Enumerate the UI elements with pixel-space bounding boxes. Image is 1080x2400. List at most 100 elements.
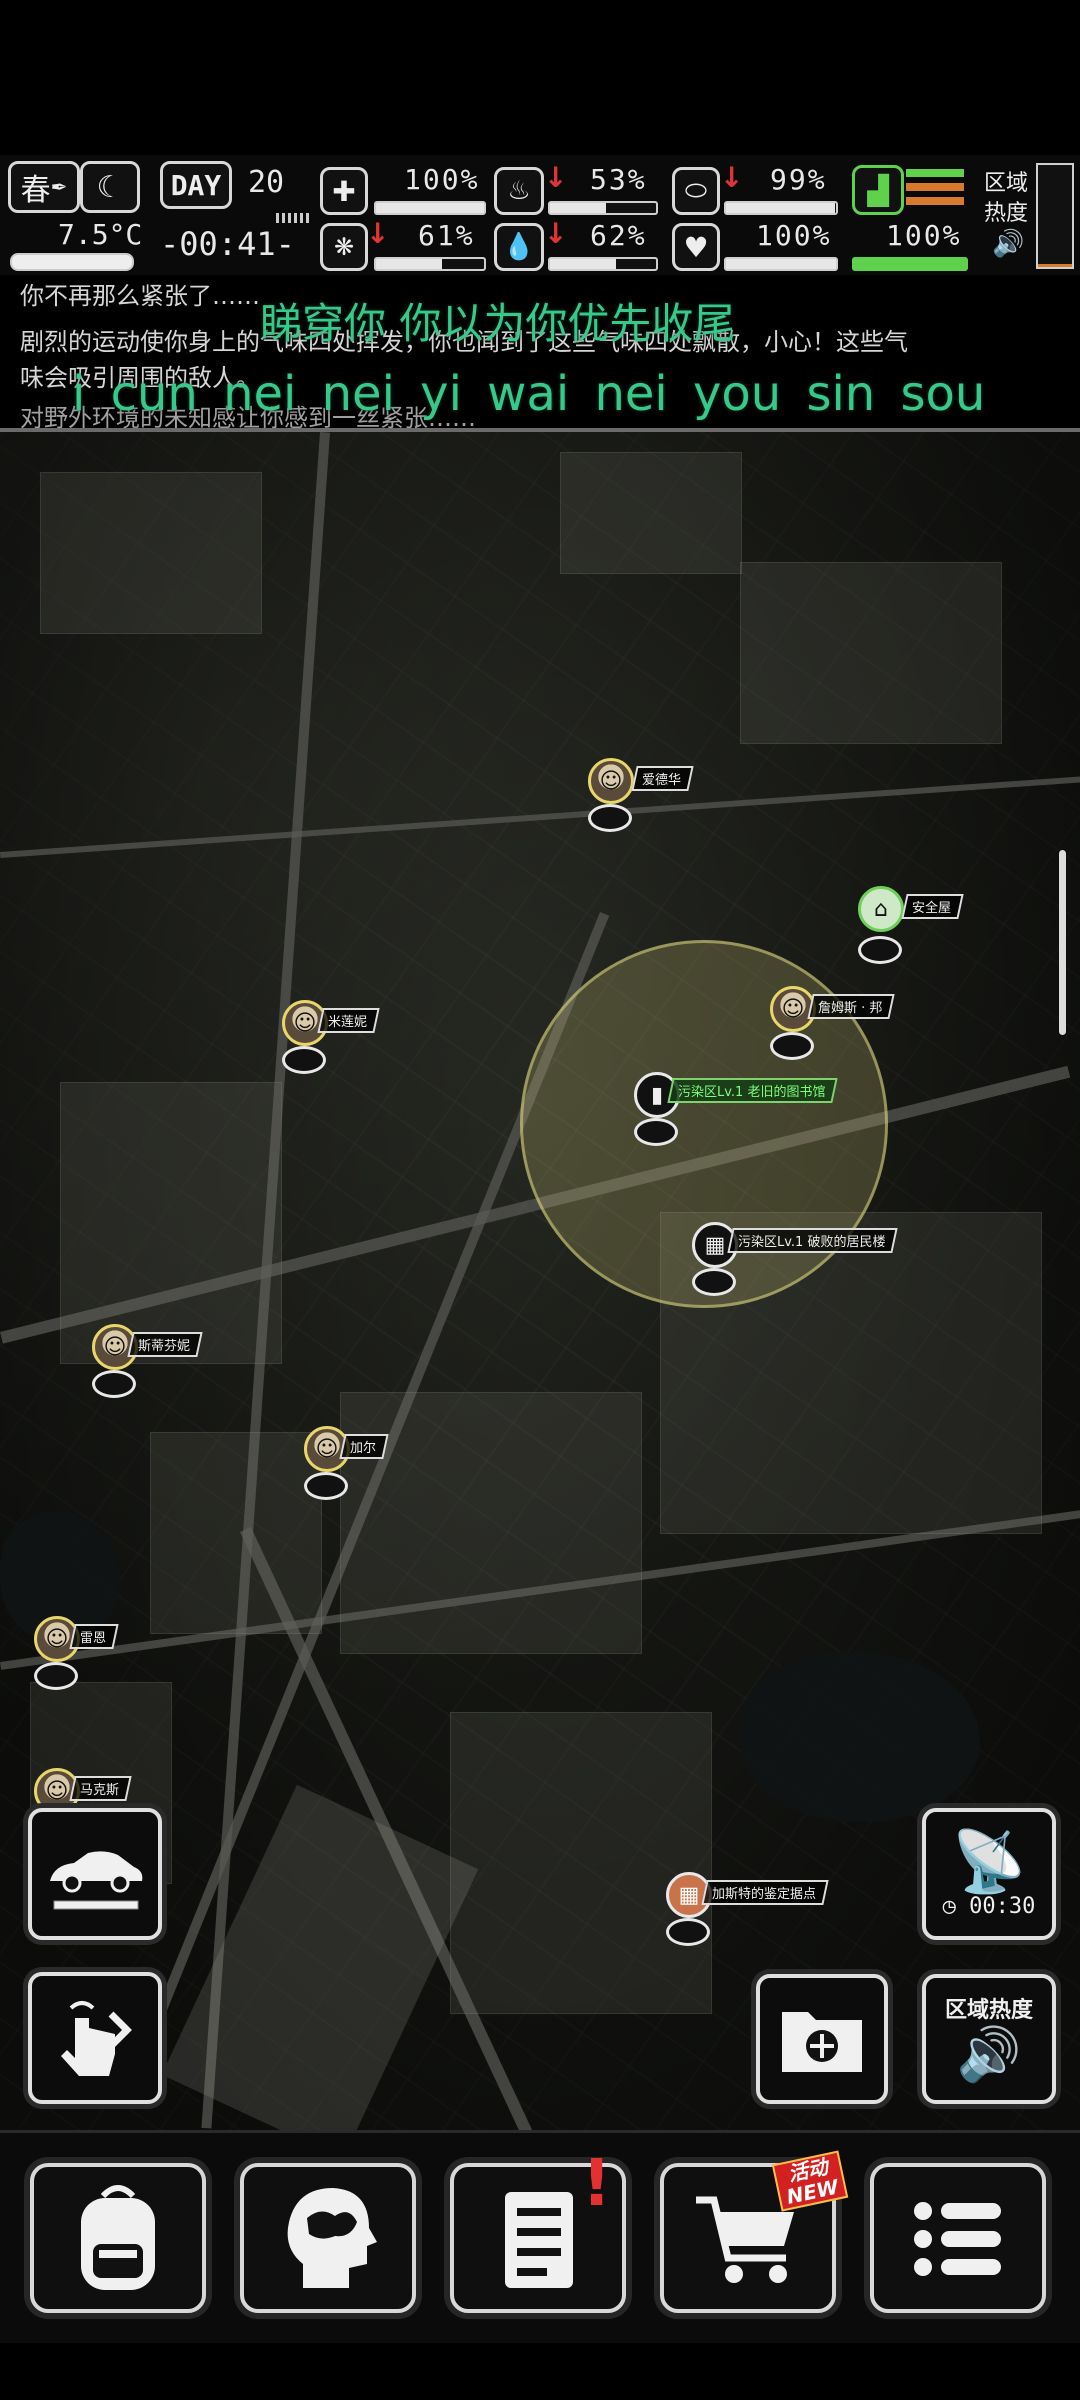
season-text: 春 [20,173,51,208]
character-label: 斯蒂芬妮 [127,1332,203,1357]
zone-heat-label-1: 区域 [984,171,1029,196]
hunger-trend-down-icon: ↓ [544,161,568,194]
menu-list-icon [914,2202,1001,2276]
health-bar [374,201,486,215]
interact-button[interactable] [28,1972,162,2104]
quest-alert-icon: ! [582,2147,612,2221]
lyric-line-2: i cun nei nei yi wai nei you sin sou [72,366,986,422]
thirst-value: 62% [590,219,647,252]
skills-button[interactable] [240,2163,416,2313]
stomach-icon: ♨ [494,167,544,215]
satellite-dish-icon: 📡 [951,1826,1027,1897]
day-number: 20 [248,165,285,200]
boot-icon: ▟ [852,165,904,215]
residential-location-label: 污染区Lv.1 破败的居民楼 [727,1228,899,1253]
brain-icon: ❋ [320,223,368,271]
safehouse-label: 安全屋 [901,894,964,919]
map-district [450,1712,712,2014]
map-road [0,775,1080,858]
sanity-trend-down-icon: ↓ [366,217,390,250]
shop-button[interactable]: 活动 NEW [660,2150,849,2313]
pin-base [92,1370,136,1398]
speaker-icon: 🔊 [956,2025,1022,2085]
armor-icon: ⬭ [672,167,720,215]
map-folder-button[interactable] [756,1974,888,2104]
zone-heat-label-2: 热度 [984,201,1029,226]
thirst-trend-down-icon: ↓ [544,217,568,250]
stamina-stripe-1 [906,169,964,177]
folder-map-icon [782,2012,862,2072]
pin-base [34,1662,78,1690]
health-value: 100% [404,163,480,196]
pin-base [282,1046,326,1074]
message-log: 你不再那么紧张了…… 剧烈的运动使你身上的气味四处挥发，你也闻到了这些气味四处飘… [0,282,1080,432]
hunger-value: 53% [590,163,647,196]
radar-button[interactable]: 📡 ◷ 00:30 [922,1808,1056,1940]
safehouse-pin[interactable]: ⌂ [858,886,904,932]
map-district [150,1432,322,1634]
signal-icon [276,213,312,223]
feather-icon: ✒ [50,175,68,199]
map-scroll-indicator[interactable] [1059,850,1066,1035]
zone-heat-button[interactable]: 区域热度 🔊 [922,1974,1056,2104]
map-district [40,472,262,634]
mood-bar [724,257,838,271]
map-district [340,1392,642,1654]
stamina-bar [852,257,968,271]
character-label: 爱德华 [631,766,694,791]
armor-bar [724,201,838,215]
zone-heat-meter [1036,163,1074,269]
world-map[interactable]: ☺ 爱德华 ⌂ 安全屋 ☺ 米莲妮 ☺ 詹姆斯 · 邦 ▮ 污染区Lv.1 老旧… [0,432,1080,2132]
sanity-bar [374,257,486,271]
library-location-label: 污染区Lv.1 老旧的图书馆 [667,1078,839,1103]
status-hud: 春 ✒ ☾ 7.5°C DAY 20 -00:41- ✚ 100% ♨ ↓ 53… [0,155,1080,275]
message-line: 你不再那么紧张了…… [20,282,260,310]
bottom-nav: ! 活动 NEW [0,2130,1080,2343]
character-label: 詹姆斯 · 邦 [807,994,896,1019]
backpack-button[interactable] [30,2163,206,2313]
map-district [60,1082,282,1364]
notebook-icon [505,2192,573,2288]
character-label: 雷恩 [69,1624,119,1649]
medkit-icon: ✚ [320,167,368,215]
stamina-stripe-2 [906,183,964,191]
quest-log-button[interactable]: ! [450,2147,626,2313]
pin-base [634,1118,678,1146]
character-pin-edward[interactable]: ☺ [588,758,634,804]
pin-base [858,936,902,964]
hunger-bar [548,201,658,215]
lyric-line-1: 睇穿你 你以为你优先收尾 [260,299,736,348]
pin-base [692,1268,736,1296]
character-label: 马克斯 [69,1776,132,1801]
activity-new-badge: 活动 NEW [771,2150,849,2212]
armor-value: 99% [770,163,827,196]
pin-base [770,1032,814,1060]
pin-base [666,1918,710,1946]
vehicle-button[interactable] [28,1808,162,1940]
water-drop-icon: 💧 [494,223,544,271]
armor-trend-down-icon: ↓ [720,161,744,194]
season-badge: 春 ✒ [8,161,80,213]
tap-hand-icon [61,2001,132,2076]
pin-base [588,804,632,832]
thirst-bar [548,257,658,271]
heart-icon: ♥ [672,223,720,271]
clock-text: -00:41- [160,225,295,263]
appraisal-location-label: 加斯特的鉴定据点 [701,1880,829,1905]
zone-heat-label: 区域 热度 [984,169,1028,229]
character-label: 米莲妮 [317,1008,380,1033]
car-icon [50,1851,143,1910]
mood-value: 100% [756,219,832,252]
backpack-icon [81,2185,155,2290]
moon-icon: ☾ [80,161,140,213]
pin-base [304,1472,348,1500]
day-label: DAY [160,161,232,209]
sanity-value: 61% [418,219,475,252]
map-lake [740,1652,980,1822]
character-label: 加尔 [339,1434,389,1459]
menu-button[interactable] [870,2163,1046,2313]
radar-timer: ◷ 00:30 [942,1893,1036,1919]
map-quarry [161,1784,479,2132]
map-district [740,562,1002,744]
map-district [560,452,742,574]
